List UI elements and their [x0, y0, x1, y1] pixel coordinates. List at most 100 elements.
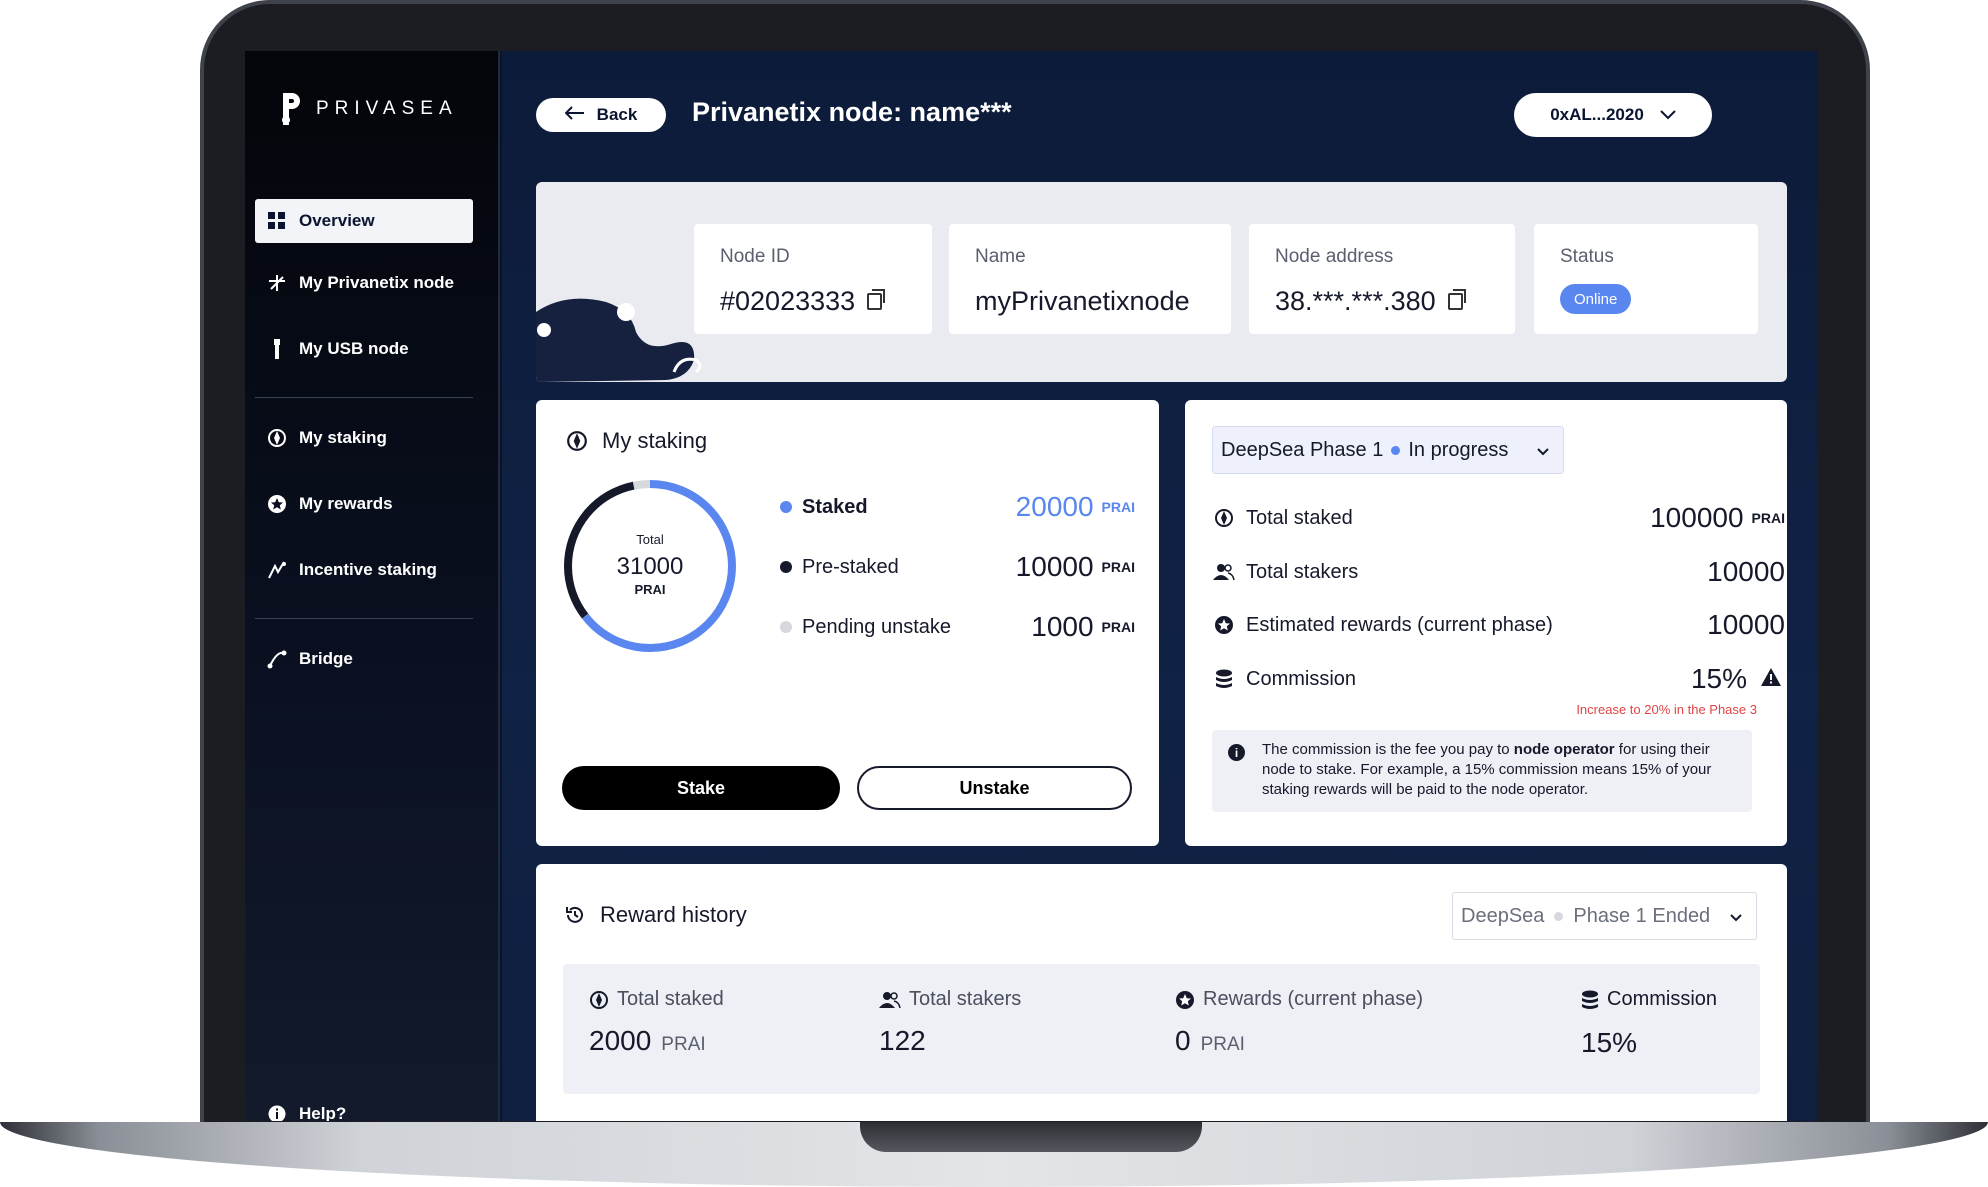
sidebar-item-label: Help? [299, 1104, 347, 1121]
arrow-left-icon [564, 105, 585, 125]
legend-dot [780, 621, 792, 633]
node-address-card: Node address 38.***.***.380 [1249, 224, 1515, 334]
chevron-down-icon [1537, 439, 1549, 462]
back-label: Back [596, 105, 638, 124]
info-text-start: The commission is the fee you pay to [1262, 741, 1514, 758]
sidebar-item-my-usb-node[interactable]: My USB node [255, 327, 473, 371]
staking-icon [1212, 508, 1236, 528]
node-address-label: Node address [1275, 246, 1394, 267]
sidebar-item-label: My staking [299, 428, 387, 447]
node-info-panel: Node ID #02023333 Name myPrivanetixnode … [536, 182, 1787, 382]
hist-rewards: Rewards (current phase) 0 PRAI [1175, 988, 1423, 1057]
ended-dot [1554, 911, 1564, 921]
sidebar-item-label: Bridge [299, 649, 353, 668]
legend-label: Pending unstake [802, 615, 952, 638]
usb-icon [267, 339, 287, 359]
sidebar: PRIVASEA Overview My Privanetix node My … [245, 51, 500, 1121]
copy-icon[interactable] [1447, 289, 1466, 310]
rewards-star-icon [267, 494, 287, 514]
stat-commission: Commission 15% [1212, 661, 1785, 697]
legend-dot [780, 561, 792, 573]
legend-unit: PRAI [1101, 499, 1135, 515]
legend-value: 10000 [1015, 551, 1094, 582]
legend-label: Pre-staked [802, 555, 899, 578]
stat-total-staked: Total staked 100000 PRAI [1212, 500, 1785, 536]
reward-phase-select[interactable]: DeepSea Phase 1 Ended [1452, 892, 1757, 940]
node-id-value: #02023333 [720, 286, 886, 317]
legend-value: 1000 [1031, 611, 1094, 642]
phase-state: In progress [1408, 438, 1509, 461]
wallet-address: 0xAL...2020 [1550, 105, 1644, 124]
info-text-bold: node operator [1513, 741, 1615, 758]
staking-donut-chart: Total 31000 PRAI [564, 480, 736, 652]
copy-icon[interactable] [867, 289, 886, 310]
hist-label-text: Total staked [617, 988, 724, 1010]
warning-icon [1761, 667, 1781, 691]
back-button[interactable]: Back [536, 98, 666, 132]
stat-unit: PRAI [1751, 510, 1785, 526]
node-network-icon [267, 273, 287, 293]
legend-staked: Staked 20000 PRAI [780, 491, 1135, 522]
sidebar-item-overview[interactable]: Overview [255, 199, 473, 243]
hist-commission: Commission 15% [1581, 988, 1717, 1059]
info-icon: i [1228, 744, 1245, 761]
sidebar-item-my-privanetix-node[interactable]: My Privanetix node [255, 261, 473, 305]
legend-value: 20000 [1015, 491, 1094, 522]
donut-total-value: 31000 [617, 553, 684, 580]
legend-pre-staked: Pre-staked 10000 PRAI [780, 551, 1135, 582]
status-label: Status [1560, 246, 1614, 267]
sidebar-item-my-staking[interactable]: My staking [255, 416, 473, 460]
reward-history-title: Reward history [564, 902, 747, 928]
hist-unit: PRAI [1200, 1034, 1245, 1055]
stake-button[interactable]: Stake [562, 766, 840, 810]
hist-label: Total stakers [879, 988, 1021, 1011]
staking-icon [590, 990, 608, 1009]
main-content: Back Privanetix node: name*** 0xAL...202… [502, 51, 1818, 1121]
nav-divider [255, 618, 473, 619]
stat-value: 10000 [1707, 556, 1785, 587]
sidebar-item-label: My USB node [299, 339, 409, 358]
reward-history-summary: Total staked 2000 PRAI Total stakers 122 [563, 964, 1760, 1094]
sidebar-item-incentive-staking[interactable]: Incentive staking [255, 548, 473, 592]
laptop-notch [860, 1122, 1202, 1152]
hist-label: Rewards (current phase) [1175, 988, 1423, 1011]
sidebar-item-bridge[interactable]: Bridge [255, 637, 473, 681]
donut-total-unit: PRAI [634, 582, 665, 597]
brand-logo[interactable]: PRIVASEA [280, 91, 458, 127]
wallet-selector[interactable]: 0xAL...2020 [1514, 93, 1712, 137]
sidebar-item-my-rewards[interactable]: My rewards [255, 482, 473, 526]
phase-select[interactable]: DeepSea Phase 1 In progress [1212, 426, 1564, 474]
history-icon [566, 906, 583, 923]
staking-icon [567, 431, 587, 451]
hist-value-text: 15% [1581, 1027, 1638, 1058]
stat-label: Total stakers [1246, 560, 1359, 583]
hist-value-text: 2000 [589, 1025, 652, 1056]
hist-value: 0 PRAI [1175, 1025, 1423, 1057]
sidebar-item-label: My rewards [299, 494, 393, 513]
commission-warning: Increase to 20% in the Phase 3 [1576, 702, 1757, 717]
users-icon [1212, 563, 1236, 581]
stat-value: 15% [1690, 663, 1747, 694]
sidebar-item-help[interactable]: Help? [255, 1092, 473, 1121]
app-screen: PRIVASEA Overview My Privanetix node My … [245, 51, 1818, 1121]
node-status-card: Status Online [1534, 224, 1758, 334]
legend-dot [780, 501, 792, 513]
unstake-button[interactable]: Unstake [857, 766, 1132, 810]
node-id-label: Node ID [720, 246, 790, 267]
node-id-text: #02023333 [720, 286, 856, 316]
hist-total-staked: Total staked 2000 PRAI [589, 988, 724, 1057]
bridge-icon [267, 649, 287, 669]
help-icon [267, 1104, 287, 1121]
brand-name: PRIVASEA [316, 98, 458, 119]
status-badge: Online [1560, 284, 1632, 314]
my-staking-card: My staking Total 31000 PRAI Staked 20000… [536, 400, 1159, 846]
hist-value: 15% [1581, 1027, 1717, 1059]
my-staking-title-text: My staking [602, 428, 708, 453]
legend-pending-unstake: Pending unstake 1000 PRAI [780, 611, 1135, 642]
node-name-label: Name [975, 246, 1026, 267]
node-id-card: Node ID #02023333 [694, 224, 932, 334]
stat-value: 10000 [1707, 609, 1785, 640]
phase-select-left: DeepSea [1461, 904, 1545, 927]
hist-value-text: 122 [879, 1025, 926, 1056]
node-address-value: 38.***.***.380 [1275, 286, 1466, 317]
